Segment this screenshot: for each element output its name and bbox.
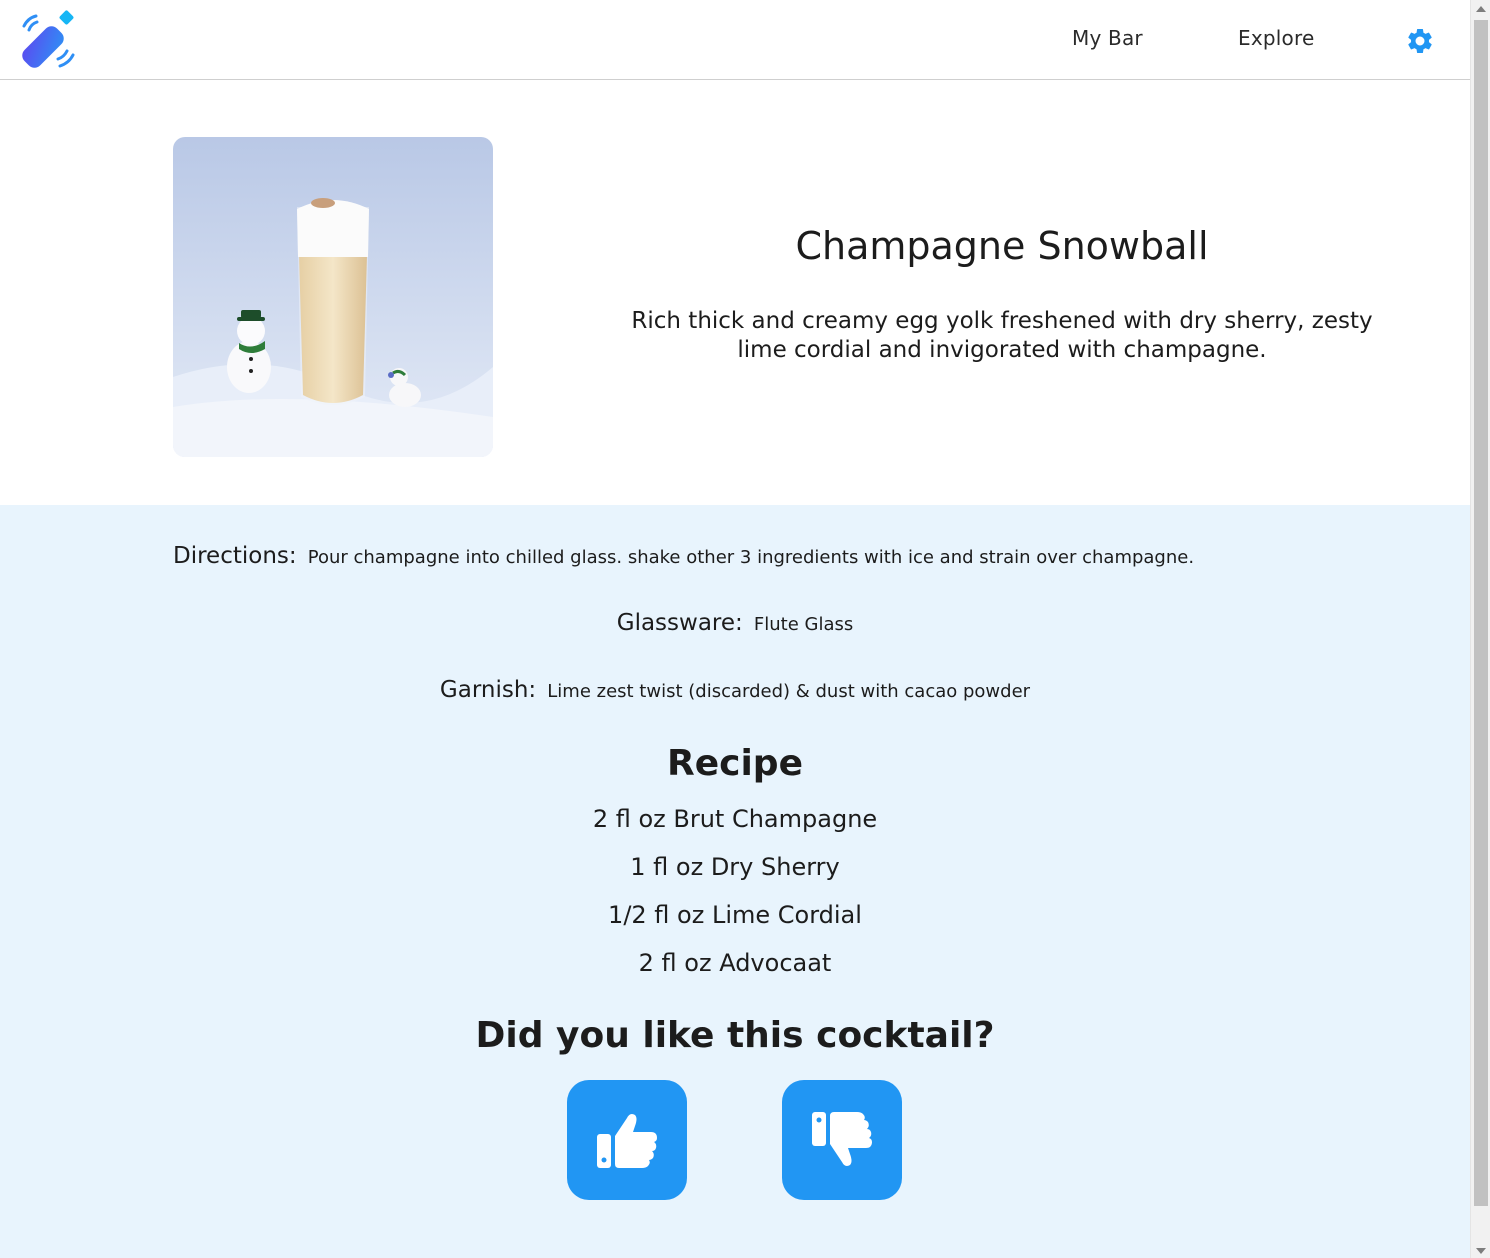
scroll-up-arrow-icon[interactable] (1476, 6, 1486, 12)
ingredient-item: 2 fl oz Advocaat (638, 949, 832, 977)
glassware-label: Glassware: (616, 610, 743, 636)
directions-row: Directions: Pour champagne into chilled … (173, 543, 1194, 569)
directions-text: Pour champagne into chilled glass. shake… (307, 547, 1195, 568)
page: My Bar Explore Champagne Snowball Rich t… (0, 0, 1490, 1258)
recipe-heading: Recipe (666, 743, 803, 784)
ingredient-list: 2 fl oz Brut Champagne 1 fl oz Dry Sherr… (0, 803, 1470, 995)
cocktail-shaker-logo-icon[interactable] (16, 10, 80, 72)
cocktail-photo (173, 137, 493, 457)
directions-label: Directions: (173, 543, 297, 569)
garnish-row: Garnish: Lime zest twist (discarded) & d… (0, 677, 1470, 703)
ingredient-item: 1 fl oz Dry Sherry (630, 853, 840, 881)
glassware-value: Flute Glass (753, 614, 854, 635)
top-navbar: My Bar Explore (0, 0, 1470, 80)
glassware-row: Glassware: Flute Glass (0, 610, 1470, 636)
cocktail-hero: Champagne Snowball Rich thick and creamy… (0, 81, 1470, 505)
nav-explore-link[interactable]: Explore (1238, 26, 1314, 50)
cocktail-details: Directions: Pour champagne into chilled … (0, 505, 1470, 1258)
like-button[interactable] (567, 1080, 687, 1200)
ingredient-item: 1/2 fl oz Lime Cordial (608, 901, 862, 929)
nav-my-bar-link[interactable]: My Bar (1072, 26, 1143, 50)
cocktail-description: Rich thick and creamy egg yolk freshened… (631, 308, 1373, 363)
gear-icon[interactable] (1405, 26, 1435, 56)
ingredient-item: 2 fl oz Brut Champagne (592, 805, 878, 833)
thumbs-up-icon (597, 1114, 657, 1168)
vertical-scrollbar[interactable] (1470, 0, 1490, 1258)
cocktail-title: Champagne Snowball (795, 224, 1209, 268)
dislike-button[interactable] (782, 1080, 902, 1200)
scrollbar-thumb[interactable] (1474, 20, 1488, 1206)
garnish-value: Lime zest twist (discarded) & dust with … (547, 681, 1031, 702)
scroll-down-arrow-icon[interactable] (1476, 1248, 1486, 1254)
garnish-label: Garnish: (439, 677, 537, 703)
feedback-question: Did you like this cocktail? (475, 1015, 995, 1056)
thumbs-down-icon (812, 1112, 872, 1166)
